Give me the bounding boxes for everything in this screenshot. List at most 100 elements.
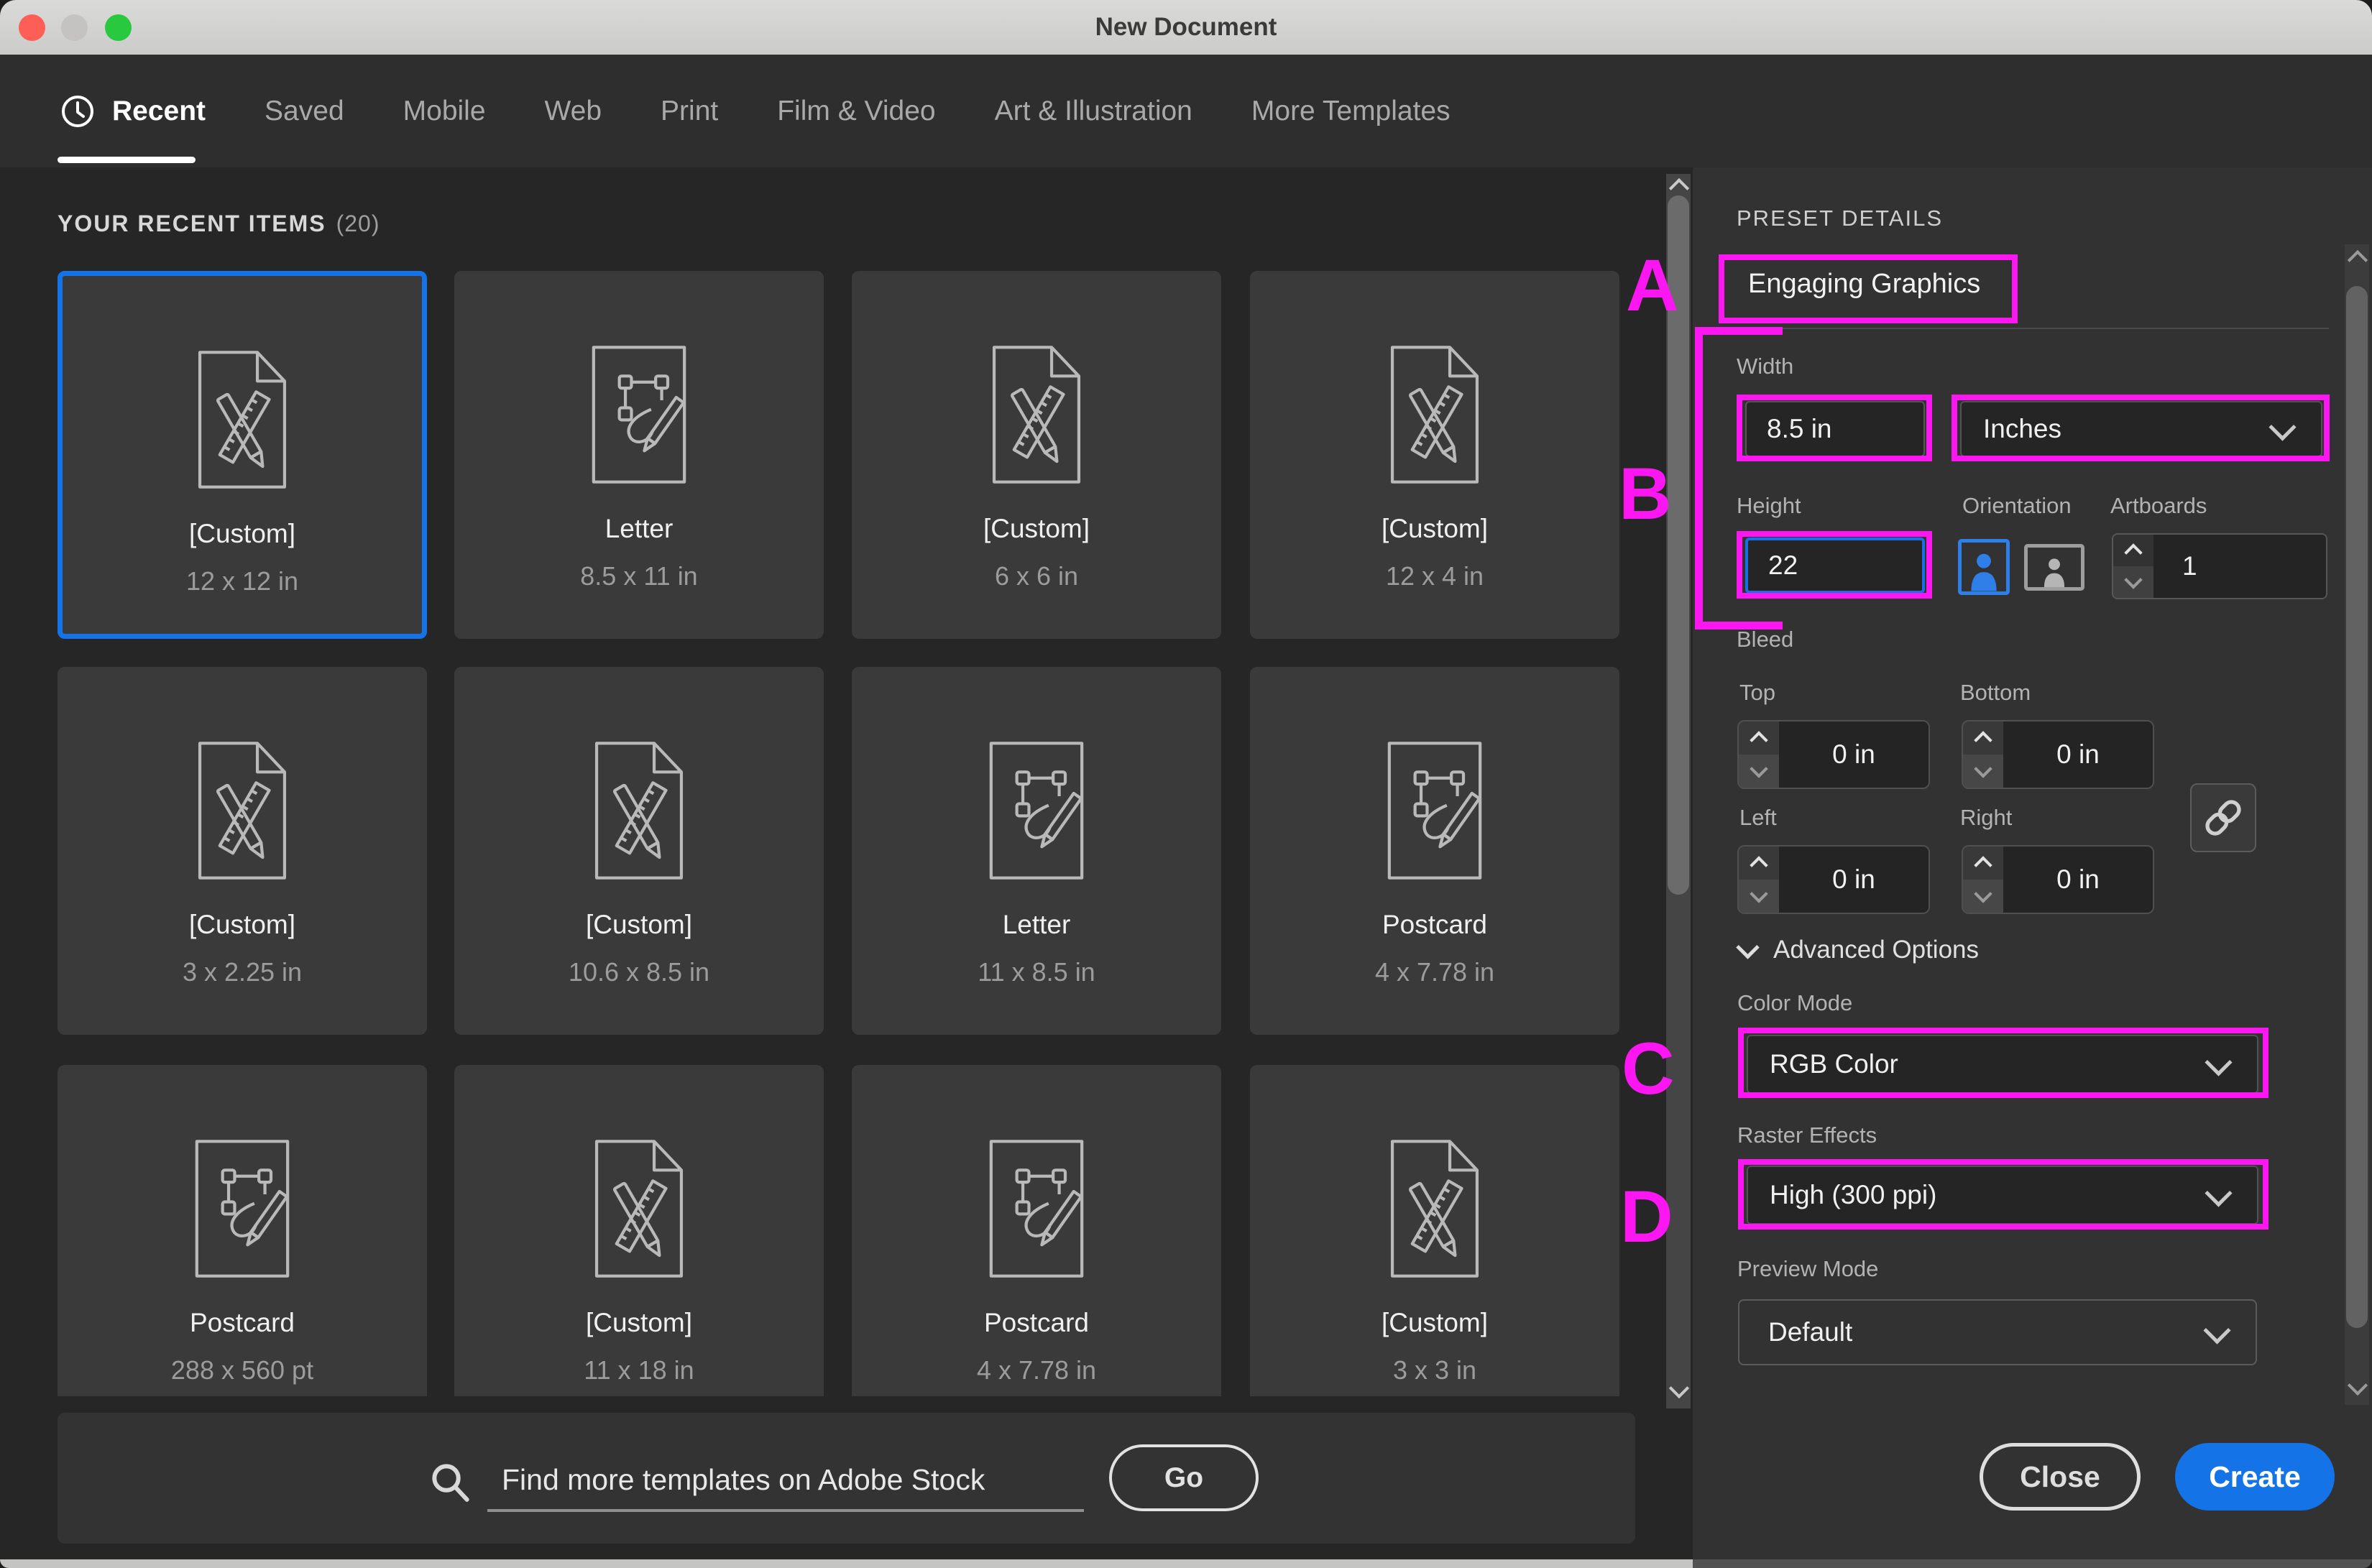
vector-pen-icon (1387, 742, 1482, 880)
recent-item-size: 12 x 12 in (185, 566, 299, 596)
recent-item-name: [Custom] (585, 910, 693, 939)
units-dropdown[interactable]: Inches (1960, 401, 2322, 457)
artboards-value[interactable]: 1 (2153, 535, 2326, 598)
recent-item-card[interactable]: Postcard 4 x 7.78 in (852, 1065, 1221, 1396)
recent-item-size: 4 x 7.78 in (1374, 957, 1495, 987)
tab-label: More Templates (1251, 95, 1451, 126)
recent-item-card[interactable]: [Custom] 10.6 x 8.5 in (454, 667, 824, 1035)
recent-item-card[interactable]: [Custom] 3 x 3 in (1250, 1065, 1619, 1396)
chevron-up-icon (2124, 543, 2143, 562)
bleed-bottom-value[interactable]: 0 in (2003, 721, 2153, 788)
search-icon (432, 1464, 469, 1502)
recent-item-card[interactable]: [Custom] 3 x 2.25 in (58, 667, 427, 1035)
recent-item-card[interactable]: Letter 11 x 8.5 in (852, 667, 1221, 1035)
create-button[interactable]: Create (2175, 1443, 2335, 1511)
decrement-button[interactable] (1963, 755, 2003, 788)
increment-button[interactable] (1739, 847, 1779, 880)
bleed-right-value[interactable]: 0 in (2003, 847, 2153, 913)
search-input-underline (487, 1509, 1084, 1512)
artboards-decrement-button[interactable] (2113, 566, 2153, 598)
raster-effects-dropdown[interactable]: High (300 ppi) (1747, 1166, 2258, 1225)
recent-item-size: 12 x 4 in (1385, 561, 1484, 591)
search-input[interactable]: Find more templates on Adobe Stock (502, 1463, 985, 1497)
recent-item-card[interactable]: Postcard 4 x 7.78 in (1250, 667, 1619, 1035)
recent-item-card[interactable]: Letter 8.5 x 11 in (454, 271, 824, 639)
recent-item-card[interactable]: [Custom] 12 x 4 in (1250, 271, 1619, 639)
increment-button[interactable] (1739, 721, 1779, 755)
tab-art-illustration[interactable]: Art & Illustration (995, 96, 1192, 127)
go-button[interactable]: Go (1109, 1444, 1259, 1511)
bleed-top-value[interactable]: 0 in (1779, 721, 1929, 788)
increment-button[interactable] (1963, 721, 2003, 755)
chevron-up-icon (1750, 856, 1768, 875)
bleed-right-label: Right (1960, 805, 2013, 830)
artboards-increment-button[interactable] (2113, 535, 2153, 566)
preset-details-heading: PRESET DETAILS (1737, 206, 1943, 231)
bleed-top-stepper[interactable]: 0 in (1737, 720, 1930, 789)
tab-mobile[interactable]: Mobile (403, 96, 486, 127)
recent-item-size: 4 x 7.78 in (976, 1355, 1097, 1385)
color-mode-dropdown[interactable]: RGB Color (1747, 1035, 2258, 1094)
width-input[interactable]: 8.5 in (1745, 401, 1925, 457)
increment-button[interactable] (1963, 847, 2003, 880)
bleed-top-label: Top (1739, 680, 1775, 705)
recent-item-size: 3 x 2.25 in (182, 957, 303, 987)
advanced-options-toggle[interactable]: Advanced Options (1736, 935, 1979, 964)
orientation-landscape-button[interactable] (2024, 544, 2084, 591)
tab-recent[interactable]: Recent (60, 94, 206, 129)
chevron-down-icon (2124, 571, 2143, 589)
preview-mode-dropdown[interactable]: Default (1738, 1299, 2257, 1365)
recent-item-name: Letter (605, 514, 674, 543)
decrement-button[interactable] (1963, 880, 2003, 913)
window-title: New Document (1095, 13, 1277, 41)
decrement-button[interactable] (1739, 755, 1779, 788)
recent-item-card[interactable]: [Custom] 6 x 6 in (852, 271, 1221, 639)
recent-item-size: 10.6 x 8.5 in (568, 957, 710, 987)
panel-scrollbar-thumb[interactable] (2346, 286, 2368, 1328)
chevron-down-icon (2268, 413, 2297, 441)
tab-web[interactable]: Web (545, 96, 602, 127)
custom-doc-icon (1390, 346, 1479, 484)
bleed-bottom-stepper[interactable]: 0 in (1962, 720, 2154, 789)
tab-print[interactable]: Print (661, 96, 718, 127)
artboards-stepper[interactable]: 1 (2112, 533, 2327, 599)
bleed-label: Bleed (1737, 627, 1794, 652)
link-bleed-values-button[interactable] (2190, 783, 2256, 852)
bleed-right-stepper[interactable]: 0 in (1962, 845, 2154, 914)
recent-item-name: [Custom] (188, 519, 296, 548)
recent-item-name: [Custom] (1381, 1308, 1489, 1337)
chevron-up-icon (1974, 731, 1992, 750)
decrement-button[interactable] (1739, 880, 1779, 913)
orientation-portrait-button[interactable] (1958, 539, 2010, 595)
close-button[interactable]: Close (1980, 1443, 2141, 1511)
recent-item-size: 11 x 8.5 in (978, 957, 1095, 987)
landscape-person-icon (2044, 558, 2065, 587)
height-input[interactable]: 22 (1745, 538, 1925, 594)
custom-doc-icon (594, 1140, 684, 1278)
portrait-person-icon (1971, 553, 1997, 591)
chevron-down-icon (2203, 1316, 2231, 1345)
recent-item-card[interactable]: [Custom] 11 x 18 in (454, 1065, 824, 1396)
chevron-down-icon (1974, 885, 1992, 903)
bleed-left-value[interactable]: 0 in (1779, 847, 1929, 913)
tab-film-video[interactable]: Film & Video (777, 96, 935, 127)
grid-scrollbar-thumb[interactable] (1668, 195, 1689, 895)
tab-more-templates[interactable]: More Templates (1251, 96, 1451, 127)
new-document-dialog: New Document Recent Saved Mobile Web Print Fi… (0, 0, 2372, 1568)
vector-pen-icon (989, 742, 1084, 880)
bleed-left-stepper[interactable]: 0 in (1737, 845, 1930, 914)
template-category-tabs: Recent Saved Mobile Web Print Film & Video Art… (0, 55, 2372, 167)
window-titlebar: New Document (0, 0, 2372, 55)
recent-item-card[interactable]: Postcard 288 x 560 pt (58, 1065, 427, 1396)
recent-item-name: [Custom] (585, 1308, 693, 1337)
tab-label: Art & Illustration (994, 95, 1192, 126)
clock-icon (62, 95, 93, 127)
vector-pen-icon (592, 346, 686, 484)
name-divider (1737, 328, 2329, 329)
tab-saved[interactable]: Saved (265, 96, 344, 127)
chevron-down-icon (1736, 935, 1760, 959)
document-name-input[interactable]: Engaging Graphics (1748, 269, 1980, 300)
tab-label: Film & Video (777, 95, 936, 126)
tab-label: Web (544, 95, 602, 126)
recent-item-card[interactable]: [Custom] 12 x 12 in (58, 271, 427, 639)
